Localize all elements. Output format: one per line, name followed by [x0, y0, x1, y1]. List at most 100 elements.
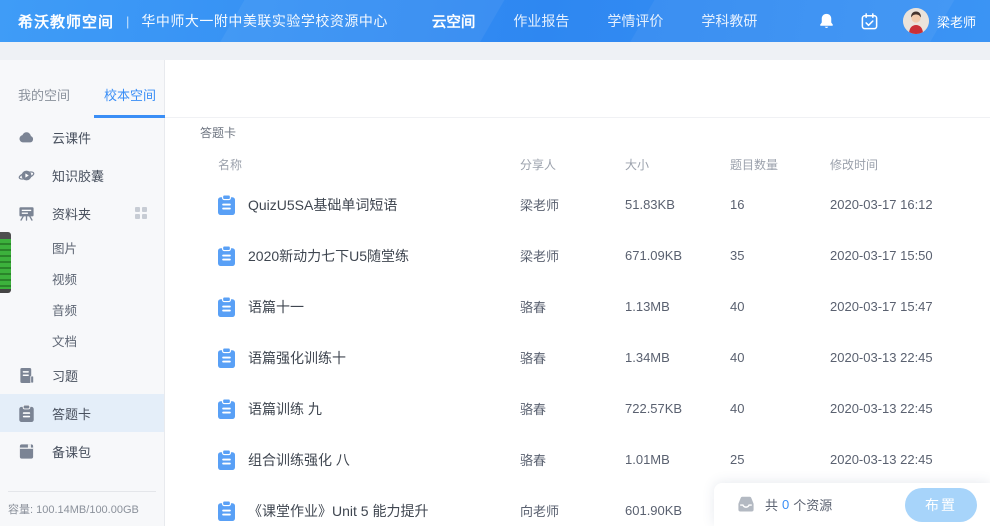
- sidebar-item-label: 音频: [52, 300, 77, 319]
- breadcrumb: 答题卡: [165, 118, 990, 149]
- sidebar-item-label: 答题卡: [52, 404, 91, 423]
- sidebar-item-label: 视频: [52, 269, 77, 288]
- sharer: 向老师: [520, 501, 625, 520]
- capsule-icon: [18, 167, 35, 184]
- header-right: 梁老师: [817, 8, 976, 34]
- main-top-spacer: [165, 60, 990, 118]
- header-nav-item[interactable]: 学科教研: [701, 11, 757, 31]
- space-tab[interactable]: 校本空间: [94, 85, 166, 118]
- answer-sheet-file-icon: [218, 246, 235, 266]
- file-size: 1.34MB: [625, 350, 730, 365]
- answer-sheet-file-icon: [218, 450, 235, 470]
- question-count: 16: [730, 197, 830, 212]
- file-name: 《课堂作业》Unit 5 能力提升: [248, 501, 428, 521]
- sidebar-item[interactable]: 云课件: [0, 118, 164, 156]
- question-count: 25: [730, 452, 830, 467]
- sidebar-item[interactable]: 图片: [0, 232, 164, 263]
- modified-time: 2020-03-13 22:45: [830, 452, 990, 467]
- table-header: 名称 分享人 大小 题目数量 修改时间: [165, 149, 990, 179]
- sidebar-item[interactable]: 音频: [0, 294, 164, 325]
- file-name: QuizU5SA基础单词短语: [248, 195, 397, 215]
- header-nav: 云空间 作业报告 学情评价 学科教研: [432, 11, 758, 32]
- user-name: 梁老师: [937, 12, 976, 31]
- brand-title: 希沃教师空间: [18, 11, 114, 32]
- table-row[interactable]: 语篇训练 九 骆春 722.57KB 40 2020-03-13 22:45: [165, 383, 990, 434]
- sidebar-item[interactable]: 知识胶囊: [0, 156, 164, 194]
- file-name-cell: 组合训练强化 八: [218, 450, 520, 470]
- resource-selection-bar: 共 0 个资源 布置: [714, 483, 990, 526]
- sidebar-item[interactable]: 答题卡: [0, 394, 164, 432]
- answer-sheet-file-icon: [218, 399, 235, 419]
- column-question-count: 题目数量: [730, 156, 830, 173]
- question-count: 40: [730, 401, 830, 416]
- column-modified-time: 修改时间: [830, 156, 990, 173]
- answer-sheet-file-icon: [218, 195, 235, 215]
- sidebar-item[interactable]: 习题: [0, 356, 164, 394]
- assign-button[interactable]: 布置: [905, 488, 977, 522]
- file-size: 51.83KB: [625, 197, 730, 212]
- sidebar-item-label: 文档: [52, 331, 77, 350]
- file-name-cell: QuizU5SA基础单词短语: [218, 195, 520, 215]
- file-name: 语篇强化训练十: [248, 348, 346, 368]
- sidebar-item-label: 图片: [52, 238, 77, 257]
- resource-count-value: 0: [782, 497, 789, 512]
- file-name-cell: 2020新动力七下U5随堂练: [218, 246, 520, 266]
- sharer: 骆春: [520, 450, 625, 469]
- school-name: 华中师大一附中美联实验学校资源中心: [141, 11, 388, 31]
- sidebar-item[interactable]: 视频: [0, 263, 164, 294]
- clipboard-icon: [18, 405, 35, 422]
- space-tabs: 我的空间校本空间: [0, 60, 164, 118]
- sidebar-menu: 云课件 知识胶囊 资料夹 图片 视频 音频 文档 习题 答题卡 备课包: [0, 118, 164, 470]
- column-name: 名称: [218, 156, 520, 173]
- cloud-icon: [18, 129, 35, 146]
- bell-icon[interactable]: [817, 12, 836, 31]
- table-row[interactable]: QuizU5SA基础单词短语 梁老师 51.83KB 16 2020-03-17…: [165, 179, 990, 230]
- file-size: 722.57KB: [625, 401, 730, 416]
- file-name: 语篇十一: [248, 297, 304, 317]
- sidebar-item[interactable]: 文档: [0, 325, 164, 356]
- table-body: QuizU5SA基础单词短语 梁老师 51.83KB 16 2020-03-17…: [165, 179, 990, 526]
- sharer: 骆春: [520, 348, 625, 367]
- sidebar: 我的空间校本空间 云课件 知识胶囊 资料夹 图片 视频 音频 文档 习题 答题卡…: [0, 60, 165, 526]
- modified-time: 2020-03-17 15:47: [830, 299, 990, 314]
- space-tab[interactable]: 我的空间: [14, 85, 74, 118]
- capacity-value: 100.14MB/100.00GB: [36, 504, 139, 516]
- file-name-cell: 语篇训练 九: [218, 399, 520, 419]
- calendar-check-icon[interactable]: [860, 12, 879, 31]
- sidebar-item-label: 云课件: [52, 128, 91, 147]
- resource-count-text: 共 0 个资源: [765, 495, 832, 514]
- table-row[interactable]: 组合训练强化 八 骆春 1.01MB 25 2020-03-13 22:45: [165, 434, 990, 485]
- app-window: 希沃教师空间 | 华中师大一附中美联实验学校资源中心 云空间 作业报告 学情评价 学科…: [0, 0, 990, 526]
- sharer: 骆春: [520, 399, 625, 418]
- sidebar-item[interactable]: 资料夹: [0, 194, 164, 232]
- main-panel: 答题卡 名称 分享人 大小 题目数量 修改时间 QuizU5SA基础单词短语 梁…: [165, 60, 990, 526]
- sidebar-item[interactable]: 备课包: [0, 432, 164, 470]
- table-row[interactable]: 语篇十一 骆春 1.13MB 40 2020-03-17 15:47: [165, 281, 990, 332]
- table-row[interactable]: 语篇强化训练十 骆春 1.34MB 40 2020-03-13 22:45: [165, 332, 990, 383]
- avatar: [903, 8, 929, 34]
- modified-time: 2020-03-17 15:50: [830, 248, 990, 263]
- modified-time: 2020-03-17 16:12: [830, 197, 990, 212]
- screen-widget-battery[interactable]: [0, 232, 11, 293]
- grid-icon[interactable]: [134, 206, 148, 220]
- capacity-text: 容量: 100.14MB/100.00GB: [8, 501, 156, 517]
- resource-count-prefix: 共: [765, 495, 778, 514]
- table-row[interactable]: 2020新动力七下U5随堂练 梁老师 671.09KB 35 2020-03-1…: [165, 230, 990, 281]
- resource-count-suffix: 个资源: [793, 495, 832, 514]
- package-icon: [18, 443, 35, 460]
- file-name-cell: 语篇强化训练十: [218, 348, 520, 368]
- sharer: 梁老师: [520, 195, 625, 214]
- exercise-icon: [18, 367, 35, 384]
- question-count: 40: [730, 350, 830, 365]
- header-nav-item[interactable]: 云空间: [432, 11, 476, 32]
- user-menu[interactable]: 梁老师: [903, 8, 976, 34]
- file-size: 1.13MB: [625, 299, 730, 314]
- brand-divider: |: [126, 14, 129, 29]
- header-nav-item[interactable]: 学情评价: [607, 11, 663, 31]
- question-count: 35: [730, 248, 830, 263]
- modified-time: 2020-03-13 22:45: [830, 350, 990, 365]
- file-size: 671.09KB: [625, 248, 730, 263]
- answer-sheet-file-icon: [218, 501, 235, 521]
- sharer: 梁老师: [520, 246, 625, 265]
- header-nav-item[interactable]: 作业报告: [513, 11, 569, 31]
